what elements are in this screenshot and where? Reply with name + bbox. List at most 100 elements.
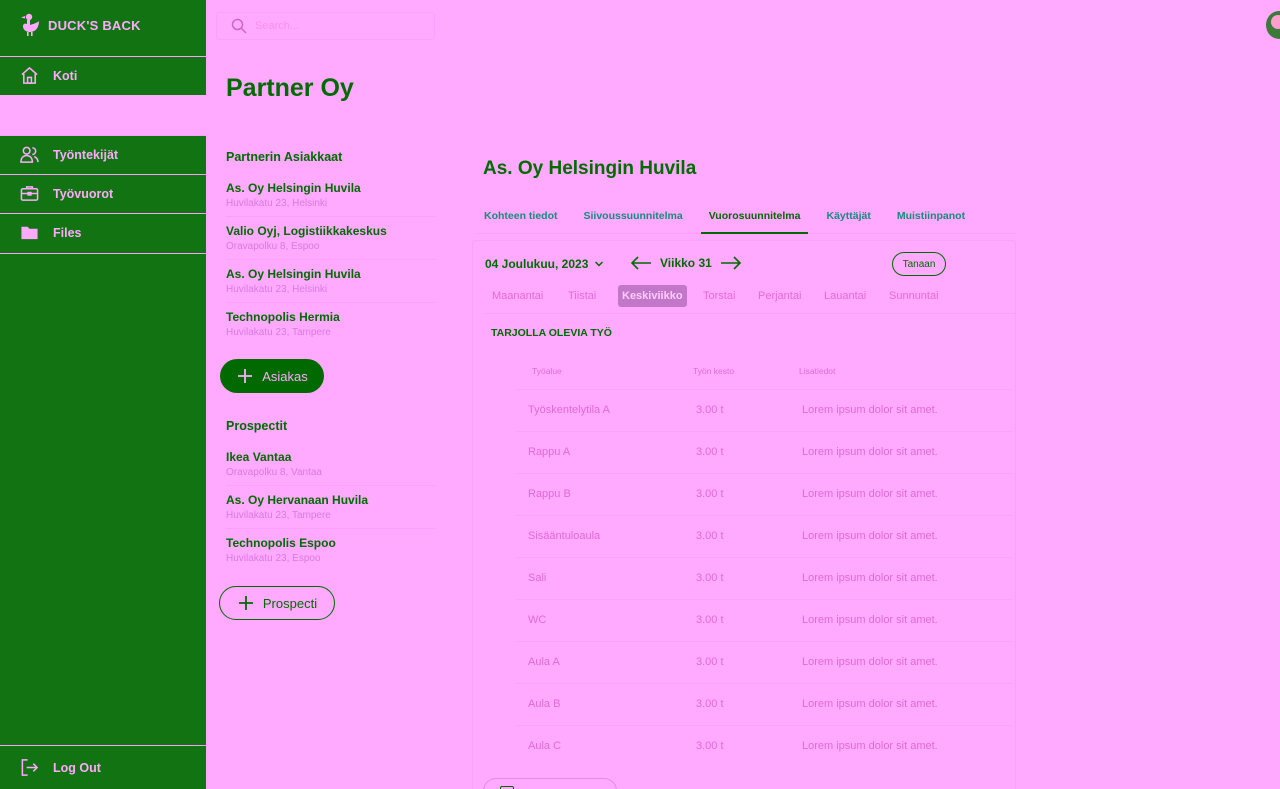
cell-duration: 3.00 t — [696, 656, 724, 668]
day-tuesday[interactable]: Tiistai — [564, 285, 600, 307]
today-button[interactable]: Tanaan — [892, 252, 946, 276]
cell-duration: 3.00 t — [696, 698, 724, 710]
cell-info: Lorem ipsum dolor sit amet. — [802, 530, 938, 542]
tab-shift-plan[interactable]: Vuorosuunnitelma — [700, 198, 809, 234]
sidebar: DUCK'S BACK Koti Työntekijät Työvuorot F… — [0, 0, 206, 789]
table-row[interactable]: Sisääntuloaula 3.00 t Lorem ipsum dolor … — [516, 515, 1012, 557]
table-row[interactable]: Rappu A 3.00 t Lorem ipsum dolor sit ame… — [516, 431, 1012, 473]
offer-title: TARJOLLA OLEVIA TYÖ — [491, 327, 612, 339]
arrow-left-icon[interactable] — [630, 255, 652, 271]
add-prospect-button[interactable]: Prospecti — [219, 586, 335, 620]
cell-area: Aula A — [528, 656, 560, 668]
table-row[interactable]: Aula A 3.00 t Lorem ipsum dolor sit amet… — [516, 641, 1012, 683]
list-item[interactable]: As. Oy Hervanaan Huvila Huvilakatu 23, T… — [226, 486, 436, 529]
week-label: Viikko 31 — [660, 256, 712, 270]
date-value: 04 Joulukuu, 2023 — [485, 257, 589, 271]
plus-icon — [238, 369, 253, 383]
plus-icon — [238, 596, 253, 610]
cell-area: Aula C — [528, 740, 562, 752]
cell-area: WC — [528, 614, 547, 626]
cell-info: Lorem ipsum dolor sit amet. — [802, 656, 938, 668]
table-row[interactable]: Aula B 3.00 t Lorem ipsum dolor sit amet… — [516, 683, 1012, 725]
cell-info: Lorem ipsum dolor sit amet. — [802, 446, 938, 458]
cell-duration: 3.00 t — [696, 446, 724, 458]
tab-cleaning-plan[interactable]: Siivoussuunnitelma — [576, 198, 691, 234]
prospect-name: Ikea Vantaa — [226, 450, 292, 464]
divider — [0, 253, 206, 254]
search-input[interactable] — [255, 20, 415, 32]
table-row[interactable]: Aula C 3.00 t Lorem ipsum dolor sit amet… — [516, 725, 1012, 767]
cell-area: Sisääntuloaula — [528, 530, 601, 542]
column-header-area: Työalue — [532, 366, 562, 376]
prospect-name: Technopolis Espoo — [226, 536, 336, 550]
tab-notes[interactable]: Muistiinpanot — [889, 198, 973, 234]
column-header-info: Lisatiedot — [799, 366, 836, 376]
add-client-button[interactable]: Asiakas — [220, 359, 324, 393]
cell-info: Lorem ipsum dolor sit amet. — [802, 572, 938, 584]
client-address: Huvilakatu 23, Helsinki — [226, 198, 328, 209]
sidebar-item-label: Koti — [53, 68, 78, 83]
clients-title: Partnerin Asiakkaat — [226, 150, 343, 164]
table-row[interactable]: Sali 3.00 t Lorem ipsum dolor sit amet. — [516, 557, 1012, 599]
cell-duration: 3.00 t — [696, 614, 724, 626]
cell-area: Rappu B — [528, 488, 571, 500]
cell-area: Sali — [528, 572, 547, 584]
prospect-address: Oravapolku 8, Vantaa — [226, 467, 322, 478]
cell-duration: 3.00 t — [696, 740, 724, 752]
list-item[interactable]: As. Oy Helsingin Huvila Huvilakatu 23, H… — [226, 174, 436, 217]
sidebar-item-shifts[interactable]: Työvuorot — [0, 174, 206, 212]
list-item[interactable]: As. Oy Helsingin Huvila Huvilakatu 23, H… — [226, 260, 436, 303]
brand-logo[interactable]: DUCK'S BACK — [20, 12, 141, 38]
date-selector[interactable]: 04 Joulukuu, 2023 — [485, 257, 604, 271]
arrow-right-icon[interactable] — [720, 255, 742, 271]
day-sunday[interactable]: Sunnuntai — [885, 285, 943, 307]
table-row[interactable]: Rappu B 3.00 t Lorem ipsum dolor sit ame… — [516, 473, 1012, 515]
list-item[interactable]: Technopolis Espoo Huvilakatu 23, Espoo — [226, 529, 436, 572]
duck-icon — [21, 13, 39, 36]
sidebar-spacer — [0, 95, 206, 135]
prospects-title: Prospectit — [226, 419, 288, 433]
client-address: Oravapolku 8, Espoo — [226, 241, 320, 252]
add-task-button[interactable] — [483, 778, 617, 789]
day-wednesday[interactable]: Keskiviikko — [618, 285, 687, 307]
sidebar-item-label: Log Out — [53, 760, 101, 775]
search-box — [216, 12, 435, 40]
client-name: Technopolis Hermia — [226, 310, 340, 324]
list-item[interactable]: Valio Oyj, Logistiikkakeskus Oravapolku … — [226, 217, 436, 260]
sidebar-item-employees[interactable]: Työntekijät — [0, 135, 206, 173]
search-icon — [231, 18, 247, 34]
cell-area: Työskentelytila A — [528, 404, 610, 416]
add-client-label: Asiakas — [262, 368, 308, 384]
prospects-list: Ikea Vantaa Oravapolku 8, Vantaa As. Oy … — [226, 443, 436, 572]
week-navigation: Viikko 31 — [630, 255, 742, 271]
sidebar-item-logout[interactable]: Log Out — [0, 745, 206, 789]
home-icon — [21, 66, 38, 84]
tab-users[interactable]: Käyttäjät — [818, 198, 878, 234]
tab-site-info[interactable]: Kohteen tiedot — [476, 198, 566, 234]
client-name: Valio Oyj, Logistiikkakeskus — [226, 224, 387, 238]
prospect-address: Huvilakatu 23, Tampere — [226, 510, 331, 521]
tab-bar: Kohteen tiedot Siivoussuunnitelma Vuoros… — [476, 198, 1016, 234]
table-row[interactable]: WC 3.00 t Lorem ipsum dolor sit amet. — [516, 599, 1012, 641]
table-row[interactable]: Työskentelytila A 3.00 t Lorem ipsum dol… — [516, 389, 1012, 431]
avatar[interactable] — [1266, 11, 1280, 39]
day-saturday[interactable]: Lauantai — [820, 285, 870, 307]
sidebar-item-home[interactable]: Koti — [0, 56, 206, 94]
client-name: As. Oy Helsingin Huvila — [226, 181, 361, 195]
sidebar-item-label: Työntekijät — [53, 147, 119, 162]
sidebar-item-files[interactable]: Files — [0, 213, 206, 251]
sidebar-item-label: Files — [53, 225, 82, 240]
detail-title: As. Oy Helsingin Huvila — [483, 158, 697, 179]
day-friday[interactable]: Perjantai — [754, 285, 805, 307]
cell-area: Rappu A — [528, 446, 571, 458]
day-thursday[interactable]: Torstai — [699, 285, 739, 307]
cell-duration: 3.00 t — [696, 488, 724, 500]
list-item[interactable]: Ikea Vantaa Oravapolku 8, Vantaa — [226, 443, 436, 486]
cell-info: Lorem ipsum dolor sit amet. — [802, 404, 938, 416]
client-address: Huvilakatu 23, Helsinki — [226, 284, 328, 295]
cell-info: Lorem ipsum dolor sit amet. — [802, 488, 938, 500]
day-monday[interactable]: Maanantai — [488, 285, 547, 307]
list-item[interactable]: Technopolis Hermia Huvilakatu 23, Tamper… — [226, 303, 436, 346]
page-title: Partner Oy — [226, 74, 354, 102]
client-address: Huvilakatu 23, Tampere — [226, 327, 331, 338]
